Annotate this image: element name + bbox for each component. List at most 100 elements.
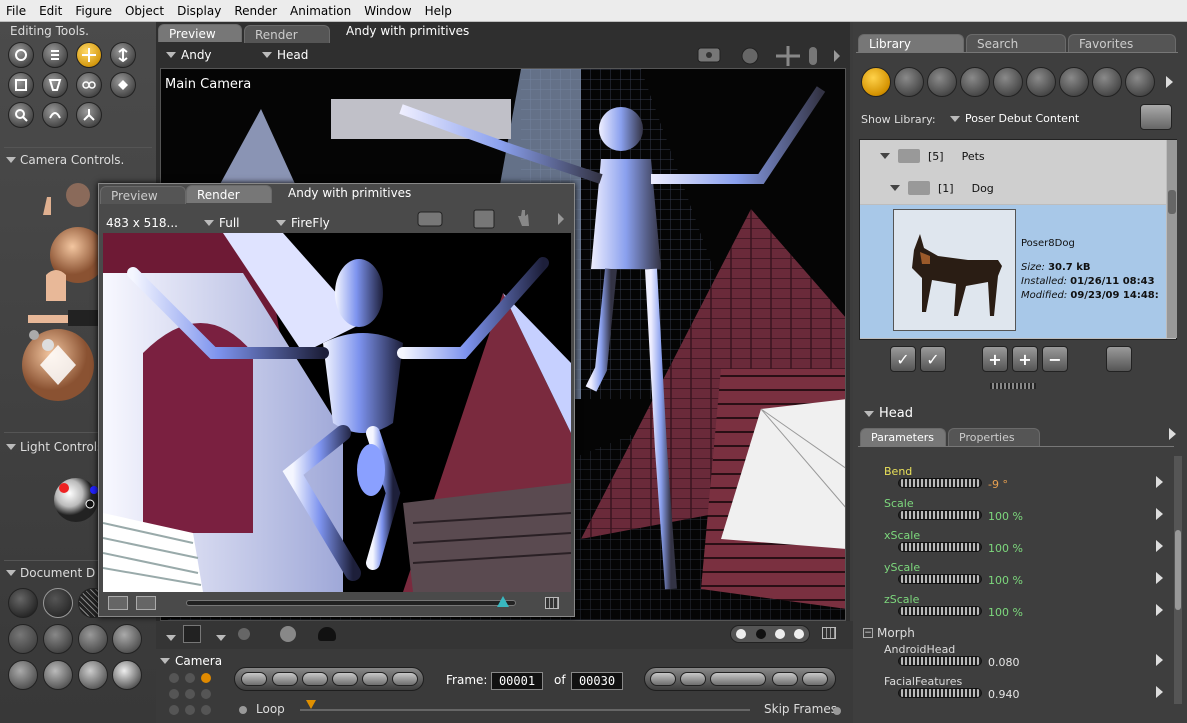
apply-all-button[interactable]: ✓ xyxy=(920,346,946,372)
menu-animation[interactable]: Animation xyxy=(290,4,351,18)
skip-frames-toggle[interactable] xyxy=(833,707,841,715)
morphing-tool-button[interactable] xyxy=(42,102,68,128)
tab-search[interactable]: Search xyxy=(966,34,1066,52)
add-item-button[interactable]: + xyxy=(1012,346,1038,372)
body-part-select[interactable]: Head xyxy=(262,48,308,62)
outline-style-button[interactable] xyxy=(43,588,73,618)
silhouette-style-button[interactable] xyxy=(8,588,38,618)
step-forward-button[interactable] xyxy=(362,672,388,686)
chevron-right-icon[interactable] xyxy=(1156,686,1163,698)
zscale-value[interactable]: 100 % xyxy=(988,606,1023,619)
timeline-handle[interactable] xyxy=(306,700,316,709)
chevron-right-icon[interactable] xyxy=(1156,572,1163,584)
props-category-icon[interactable] xyxy=(1026,67,1056,97)
androidhead-value[interactable]: 0.080 xyxy=(988,656,1020,669)
bend-dial[interactable] xyxy=(898,478,982,488)
scrollbar-thumb[interactable] xyxy=(1175,530,1181,610)
twist-tool-button[interactable] xyxy=(42,42,68,68)
view-magnifier-button[interactable] xyxy=(8,102,34,128)
scrollbar-thumb[interactable] xyxy=(1168,190,1176,214)
morph-group-header[interactable]: − Morph xyxy=(863,626,915,640)
chevron-right-icon[interactable] xyxy=(1169,428,1176,440)
lights-category-icon[interactable] xyxy=(1059,67,1089,97)
scale-dial[interactable] xyxy=(898,510,982,520)
smooth-lined-style-button[interactable] xyxy=(112,660,142,690)
chevron-right-icon[interactable] xyxy=(1156,604,1163,616)
tab-preview[interactable]: Preview xyxy=(158,24,242,42)
view-dot-4[interactable] xyxy=(794,629,804,639)
slider-handle[interactable] xyxy=(497,596,509,607)
lit-wireframe-style-button[interactable] xyxy=(43,624,73,654)
smooth-shaded-style-button[interactable] xyxy=(43,660,73,690)
render-compare-slider[interactable] xyxy=(186,600,516,606)
figures-category-icon[interactable] xyxy=(861,67,891,97)
view-dot-2[interactable] xyxy=(756,629,766,639)
hidden-line-style-button[interactable] xyxy=(8,624,38,654)
display-menu-arrow[interactable] xyxy=(166,630,176,644)
timeline-slider[interactable] xyxy=(300,709,750,711)
cameras-category-icon[interactable] xyxy=(1092,67,1122,97)
chain-break-tool-button[interactable] xyxy=(76,72,102,98)
chevron-right-icon[interactable] xyxy=(1166,76,1173,88)
add-key-button[interactable] xyxy=(772,672,798,686)
yscale-value[interactable]: 100 % xyxy=(988,574,1023,587)
go-to-start-button[interactable] xyxy=(241,672,267,686)
facialfeatures-value[interactable]: 0.940 xyxy=(988,688,1020,701)
menu-figure[interactable]: Figure xyxy=(75,4,112,18)
total-frames-field[interactable]: 00030 xyxy=(571,672,623,690)
stop-button[interactable] xyxy=(302,672,328,686)
chevron-right-icon[interactable] xyxy=(1156,540,1163,552)
current-frame-field[interactable]: 00001 xyxy=(491,672,543,690)
direct-manipulation-button[interactable] xyxy=(76,102,102,128)
menu-window[interactable]: Window xyxy=(364,4,411,18)
texture-shaded-style-button[interactable] xyxy=(78,660,108,690)
view-dot-1[interactable] xyxy=(736,629,746,639)
expressions-category-icon[interactable] xyxy=(927,67,957,97)
figure-select[interactable]: Andy xyxy=(166,48,212,62)
previous-key-button[interactable] xyxy=(650,672,676,686)
menu-edit[interactable]: Edit xyxy=(39,4,62,18)
step-back-button[interactable] xyxy=(272,672,298,686)
translate-tool-button[interactable] xyxy=(76,42,102,68)
tab-properties[interactable]: Properties xyxy=(948,428,1040,446)
taper-tool-button[interactable] xyxy=(42,72,68,98)
loop-toggle[interactable] xyxy=(239,706,247,714)
remove-key-button[interactable] xyxy=(802,672,828,686)
render-quality-select[interactable]: Full xyxy=(204,216,240,230)
grid-icon[interactable] xyxy=(822,627,836,639)
sphere-icon[interactable] xyxy=(280,626,296,642)
menu-render[interactable]: Render xyxy=(234,4,277,18)
render-tab-preview[interactable]: Preview xyxy=(100,186,186,204)
tab-parameters[interactable]: Parameters xyxy=(860,428,946,446)
key-icon[interactable] xyxy=(710,672,766,686)
view-dot-3[interactable] xyxy=(775,629,785,639)
library-scrollbar[interactable] xyxy=(1167,140,1177,338)
yscale-dial[interactable] xyxy=(898,574,982,584)
bend-value[interactable]: -9 ° xyxy=(988,478,1008,491)
play-button[interactable] xyxy=(332,672,358,686)
chevron-right-icon[interactable] xyxy=(1156,654,1163,666)
replace-item-button[interactable] xyxy=(1106,346,1132,372)
cartoon-style-button[interactable] xyxy=(8,660,38,690)
next-key-button[interactable] xyxy=(680,672,706,686)
remove-item-button[interactable]: − xyxy=(1042,346,1068,372)
render-canvas[interactable] xyxy=(103,233,571,592)
androidhead-dial[interactable] xyxy=(898,656,982,666)
library-source-select[interactable]: Poser Debut Content xyxy=(950,112,1079,125)
folder-row-pets[interactable]: [5] Pets xyxy=(860,140,1166,172)
apply-button[interactable]: ✓ xyxy=(890,346,916,372)
flat-shaded-style-button[interactable] xyxy=(78,624,108,654)
facialfeatures-dial[interactable] xyxy=(898,688,982,698)
render-swap-icon[interactable] xyxy=(136,596,156,610)
render-engine-select[interactable]: FireFly xyxy=(276,216,330,230)
add-library-folder-button[interactable] xyxy=(1140,104,1172,130)
tab-library[interactable]: Library xyxy=(858,34,964,52)
display-menu-arrow-2[interactable] xyxy=(216,630,226,644)
sphere-icon[interactable] xyxy=(238,628,250,640)
panel-resize-grip[interactable] xyxy=(990,383,1036,389)
go-to-end-button[interactable] xyxy=(392,672,418,686)
poses-category-icon[interactable] xyxy=(894,67,924,97)
camera-preset-grid[interactable] xyxy=(166,672,222,720)
grid-icon[interactable] xyxy=(545,597,559,609)
rotate-tool-button[interactable] xyxy=(8,42,34,68)
